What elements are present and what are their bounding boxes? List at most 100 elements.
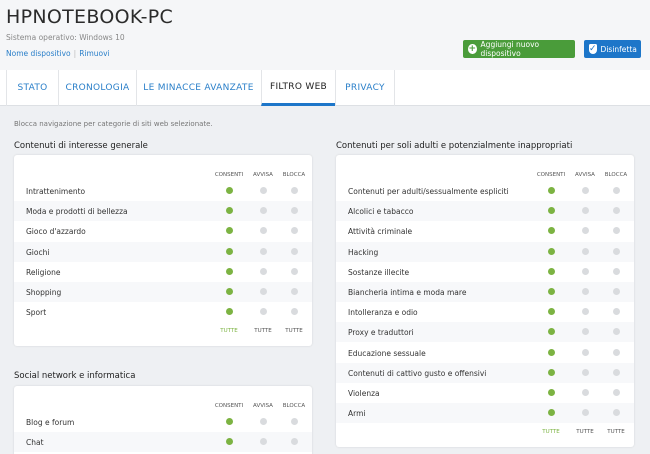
- allow-radio[interactable]: [547, 187, 555, 194]
- block-radio[interactable]: [290, 207, 298, 215]
- warn-radio[interactable]: [581, 389, 589, 396]
- tab-filtro-web[interactable]: FILTRO WEB: [261, 70, 335, 106]
- block-radio[interactable]: [290, 187, 298, 194]
- allow-radio[interactable]: [547, 328, 555, 336]
- allow-radio[interactable]: [547, 389, 555, 396]
- allow-radio[interactable]: [225, 247, 233, 255]
- category-row: Violenza: [336, 383, 634, 403]
- remove-device-link[interactable]: Rimuovi: [79, 49, 109, 58]
- allow-radio[interactable]: [547, 207, 555, 215]
- tab-stato[interactable]: STATO: [6, 70, 58, 106]
- select-all-block[interactable]: TUTTE: [599, 429, 633, 435]
- add-device-button[interactable]: + Aggiungi nuovo dispositivo: [463, 40, 575, 58]
- warn-radio[interactable]: [581, 247, 589, 255]
- category-row: Armi: [336, 403, 634, 424]
- block-radio[interactable]: [612, 247, 620, 255]
- allow-radio[interactable]: [225, 418, 233, 425]
- device-header: HPNOTEBOOK-PC Sistema operativo: Windows…: [0, 0, 650, 70]
- category-label: Gioco d'azzardo: [26, 227, 86, 237]
- block-radio[interactable]: [612, 368, 620, 376]
- warn-radio[interactable]: [581, 267, 589, 275]
- os-label: Sistema operativo:: [6, 33, 77, 42]
- select-all-warn[interactable]: TUTTE: [568, 429, 602, 435]
- allow-radio[interactable]: [547, 368, 555, 376]
- warn-radio[interactable]: [259, 247, 267, 255]
- warn-radio[interactable]: [259, 438, 267, 446]
- allow-radio[interactable]: [547, 267, 555, 275]
- block-radio[interactable]: [612, 267, 620, 275]
- warn-radio[interactable]: [259, 267, 267, 275]
- warn-radio[interactable]: [581, 368, 589, 376]
- block-radio[interactable]: [612, 389, 620, 396]
- warn-radio[interactable]: [259, 227, 267, 235]
- block-radio[interactable]: [612, 227, 620, 235]
- section-title-general: Contenuti di interesse generale: [14, 141, 148, 151]
- warn-radio[interactable]: [259, 418, 267, 425]
- block-radio[interactable]: [612, 308, 620, 316]
- disinfect-button[interactable]: ✓ Disinfetta: [584, 40, 641, 58]
- block-radio[interactable]: [290, 308, 298, 316]
- column-header-block: BLOCCA: [282, 403, 306, 409]
- allow-radio[interactable]: [225, 438, 233, 446]
- category-label: Contenuti di cattivo gusto e offensivi: [348, 368, 487, 378]
- block-radio[interactable]: [612, 187, 620, 194]
- tab-cronologia[interactable]: CRONOLOGIA: [58, 70, 136, 106]
- allow-radio[interactable]: [225, 187, 233, 194]
- select-all-block[interactable]: TUTTE: [277, 328, 311, 334]
- category-label: Chat: [26, 438, 44, 448]
- block-radio[interactable]: [290, 267, 298, 275]
- section-title-adult: Contenuti per soli adulti e potenzialmen…: [336, 141, 573, 151]
- allow-radio[interactable]: [225, 227, 233, 235]
- block-radio[interactable]: [290, 288, 298, 295]
- warn-radio[interactable]: [581, 288, 589, 295]
- category-row: Contenuti di cattivo gusto e offensivi: [336, 362, 634, 383]
- block-radio[interactable]: [290, 247, 298, 255]
- select-all-allow[interactable]: TUTTE: [534, 429, 568, 435]
- select-all-allow[interactable]: TUTTE: [212, 328, 246, 334]
- category-row: Proxy e traduttori: [336, 322, 634, 343]
- warn-radio[interactable]: [581, 227, 589, 235]
- select-all-warn[interactable]: TUTTE: [246, 328, 280, 334]
- warn-radio[interactable]: [581, 328, 589, 336]
- block-radio[interactable]: [612, 288, 620, 295]
- block-radio[interactable]: [290, 438, 298, 446]
- warn-radio[interactable]: [581, 348, 589, 356]
- add-device-label: Aggiungi nuovo dispositivo: [480, 40, 540, 58]
- block-radio[interactable]: [290, 227, 298, 235]
- block-radio[interactable]: [290, 418, 298, 425]
- category-row: Attività criminale: [336, 221, 634, 241]
- tab-minacce-avanzate[interactable]: LE MINACCE AVANZATE: [136, 70, 260, 106]
- warn-radio[interactable]: [259, 288, 267, 295]
- column-header-allow: CONSENTI: [214, 403, 244, 409]
- rename-device-link[interactable]: Nome dispositivo: [6, 49, 71, 58]
- block-radio[interactable]: [612, 348, 620, 356]
- warn-radio[interactable]: [581, 409, 589, 417]
- allow-radio[interactable]: [547, 247, 555, 255]
- general-content-card: CONSENTI AVVISA BLOCCA Intrattenimento Moda …: [14, 155, 312, 346]
- warn-radio[interactable]: [259, 187, 267, 194]
- allow-radio[interactable]: [547, 288, 555, 295]
- category-row: Moda e prodotti di bellezza: [14, 201, 312, 222]
- block-radio[interactable]: [612, 409, 620, 417]
- allow-radio[interactable]: [225, 207, 233, 215]
- allow-radio[interactable]: [547, 308, 555, 316]
- category-label: Moda e prodotti di bellezza: [26, 207, 128, 217]
- allow-radio[interactable]: [547, 348, 555, 356]
- category-row: Religione: [14, 262, 312, 282]
- category-row: Intrattenimento: [14, 181, 312, 201]
- warn-radio[interactable]: [581, 207, 589, 215]
- allow-radio[interactable]: [547, 409, 555, 417]
- warn-radio[interactable]: [259, 207, 267, 215]
- warn-radio[interactable]: [581, 308, 589, 316]
- block-radio[interactable]: [612, 207, 620, 215]
- link-separator: |: [73, 49, 77, 58]
- allow-radio[interactable]: [547, 227, 555, 235]
- allow-radio[interactable]: [225, 267, 233, 275]
- allow-radio[interactable]: [225, 308, 233, 316]
- warn-radio[interactable]: [259, 308, 267, 316]
- category-row: Hacking: [336, 241, 634, 262]
- tab-privacy[interactable]: PRIVACY: [335, 70, 395, 106]
- block-radio[interactable]: [612, 328, 620, 336]
- warn-radio[interactable]: [581, 187, 589, 194]
- allow-radio[interactable]: [225, 288, 233, 295]
